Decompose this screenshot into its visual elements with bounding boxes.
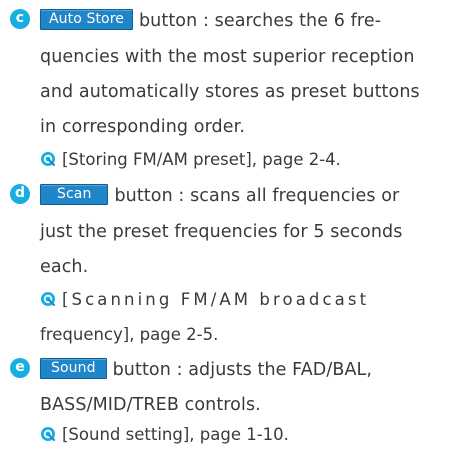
entry-first-line: c Auto Store button : searches the 6 fre- (10, 6, 381, 36)
entry-text-line: just the preset frequencies for 5 second… (40, 222, 403, 242)
page-reference: [Scanning FM/AM broadcast (40, 285, 369, 315)
manual-page: c Auto Store button : searches the 6 fre- … (0, 0, 449, 447)
scan-button[interactable]: Scan (40, 183, 109, 205)
entry-text: button : adjusts the FAD/BAL, (112, 360, 373, 380)
entry-text-line: each. (40, 257, 89, 277)
reference-text: [Scanning FM/AM broadcast (62, 290, 370, 309)
item-marker-e: e (10, 358, 30, 378)
auto-store-button[interactable]: Auto Store (40, 8, 133, 30)
reference-icon (41, 291, 55, 306)
entry-text-line: in corresponding order. (40, 117, 245, 137)
entry-first-line: d Scan button : scans all frequencies or (10, 181, 399, 211)
reference-text-continued: frequency], page 2-5. (40, 325, 219, 344)
entry-text-line: and automatically stores as preset butto… (40, 82, 420, 102)
reference-text: [Storing FM/AM preset], page 2-4. (62, 150, 341, 169)
entry-text: button : scans all frequencies or (114, 186, 400, 206)
entry-text-line: BASS/MID/TREB controls. (40, 395, 261, 415)
reference-icon (41, 426, 55, 441)
sound-button[interactable]: Sound (40, 357, 107, 379)
item-marker-c: c (10, 9, 30, 29)
page-reference: [Storing FM/AM preset], page 2-4. (40, 145, 341, 175)
entry-text: button : searches the 6 fre- (138, 11, 382, 31)
entry-first-line: e Sound button : adjusts the FAD/BAL, (10, 355, 372, 385)
reference-text: [Sound setting], page 1-10. (62, 425, 289, 444)
entry-text-line: quencies with the most superior receptio… (40, 47, 415, 67)
reference-icon (41, 151, 55, 166)
page-reference: [Sound setting], page 1-10. (40, 420, 289, 450)
item-marker-d: d (10, 184, 30, 204)
